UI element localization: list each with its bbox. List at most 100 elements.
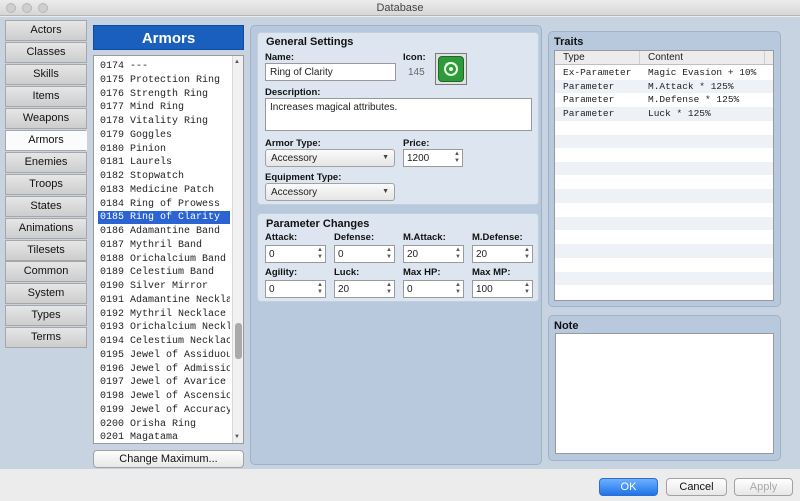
list-item[interactable]: 0199 Jewel of Accuracy — [98, 404, 230, 417]
name-field[interactable]: Ring of Clarity — [265, 63, 396, 81]
table-row[interactable] — [555, 148, 773, 162]
close-window-button[interactable] — [6, 3, 16, 13]
column-header-type[interactable]: Type — [555, 51, 640, 65]
cancel-button[interactable]: Cancel — [666, 478, 727, 496]
stepper-arrows-icon[interactable]: ▲ ▼ — [386, 282, 392, 296]
category-tab-enemies[interactable]: Enemies — [5, 151, 87, 173]
param-stepper[interactable]: 20 ▲ ▼ — [403, 245, 464, 263]
table-row[interactable]: Ex-Parameter Magic Evasion + 10% — [555, 66, 773, 80]
list-item[interactable]: 0180 Pinion — [98, 143, 230, 156]
list-item[interactable]: 0194 Celestium Necklace — [98, 335, 230, 348]
param-stepper[interactable]: 20 ▲ ▼ — [334, 280, 395, 298]
table-row[interactable] — [555, 244, 773, 258]
ok-button[interactable]: OK — [599, 478, 658, 496]
list-item[interactable]: 0191 Adamantine Necklace — [98, 294, 230, 307]
list-item[interactable]: 0201 Magatama — [98, 431, 230, 443]
armor-type-value: Accessory — [271, 153, 318, 164]
category-tab-animations[interactable]: Animations — [5, 217, 87, 239]
table-row[interactable] — [555, 271, 773, 285]
armor-type-select[interactable]: Accessory ▼ — [265, 149, 395, 167]
list-item[interactable]: 0177 Mind Ring — [98, 101, 230, 114]
stepper-arrows-icon[interactable]: ▲ ▼ — [455, 282, 461, 296]
table-row[interactable] — [555, 216, 773, 231]
scroll-up-icon[interactable]: ▲ — [234, 58, 240, 66]
category-tab-actors[interactable]: Actors — [5, 20, 87, 41]
table-row[interactable]: Parameter M.Attack * 125% — [555, 79, 773, 94]
category-tab-common-events[interactable]: Common Events — [5, 261, 87, 296]
list-item[interactable]: 0195 Jewel of Assiduous — [98, 349, 230, 362]
list-item[interactable]: 0183 Medicine Patch — [98, 184, 230, 197]
equip-type-select[interactable]: Accessory ▼ — [265, 183, 395, 201]
list-item[interactable]: 0178 Vitality Ring — [98, 115, 230, 128]
list-item[interactable]: 0186 Adamantine Band — [98, 225, 230, 238]
description-field[interactable]: Increases magical attributes. — [265, 98, 532, 131]
param-stepper[interactable]: 0 ▲ ▼ — [265, 280, 326, 298]
table-row[interactable]: Parameter M.Defense * 125% — [555, 93, 773, 107]
stepper-arrows-icon[interactable]: ▲ ▼ — [524, 247, 530, 261]
icon-picker[interactable] — [435, 53, 467, 85]
param-stepper[interactable]: 20 ▲ ▼ — [472, 245, 533, 263]
param-stepper[interactable]: 0 ▲ ▼ — [403, 280, 464, 298]
table-row[interactable] — [555, 161, 773, 176]
list-item[interactable]: 0185 Ring of Clarity — [98, 211, 230, 225]
list-item[interactable]: 0193 Orichalcium Necklace — [98, 321, 230, 334]
list-item[interactable]: 0188 Orichalcium Band — [98, 253, 230, 266]
table-row[interactable] — [555, 134, 773, 148]
price-stepper[interactable]: 1200 ▲ ▼ — [403, 149, 463, 167]
stepper-arrows-icon[interactable]: ▲ ▼ — [386, 247, 392, 261]
param-stepper[interactable]: 0 ▲ ▼ — [334, 245, 395, 263]
list-item[interactable]: 0197 Jewel of Avarice — [98, 376, 230, 389]
list-item[interactable]: 0192 Mythril Necklace — [98, 308, 230, 321]
change-maximum-button[interactable]: Change Maximum... — [93, 450, 244, 468]
stepper-arrows-icon[interactable]: ▲ ▼ — [317, 282, 323, 296]
category-tab-skills[interactable]: Skills — [5, 63, 87, 85]
category-tab-troops[interactable]: Troops — [5, 173, 87, 195]
table-row[interactable] — [555, 203, 773, 217]
category-tab-weapons[interactable]: Weapons — [5, 107, 87, 129]
category-tab-terms[interactable]: Terms — [5, 327, 87, 349]
traits-table[interactable]: Type Content Ex-Parameter Magic Evasion +… — [554, 50, 774, 301]
stepper-arrows-icon[interactable]: ▲ ▼ — [455, 247, 461, 261]
stepper-arrows-icon[interactable]: ▲ ▼ — [317, 247, 323, 261]
column-header-content[interactable]: Content — [640, 51, 765, 65]
table-row[interactable]: Parameter Luck * 125% — [555, 107, 773, 121]
list-item[interactable]: 0189 Celestium Band — [98, 266, 230, 279]
list-item[interactable]: 0200 Orisha Ring — [98, 418, 230, 431]
category-tab-tilesets[interactable]: Tilesets — [5, 239, 87, 261]
table-row[interactable] — [555, 189, 773, 203]
list-item[interactable]: 0181 Laurels — [98, 156, 230, 169]
category-tab-classes[interactable]: Classes — [5, 41, 87, 63]
list-item[interactable]: 0174 --- — [98, 60, 230, 73]
stepper-arrows-icon[interactable]: ▲ ▼ — [454, 151, 460, 165]
list-item[interactable]: 0184 Ring of Prowess — [98, 198, 230, 211]
table-row[interactable] — [555, 258, 773, 272]
list-item[interactable]: 0196 Jewel of Admission — [98, 363, 230, 376]
armor-list-scrollbar[interactable]: ▲ ▼ — [232, 56, 243, 443]
category-tab-types[interactable]: Types — [5, 305, 87, 327]
list-item[interactable]: 0182 Stopwatch — [98, 170, 230, 183]
armor-list[interactable]: ▲ ▼ 0174 --- 0175 Protection Ring 0176 Str… — [93, 55, 244, 444]
apply-button[interactable]: Apply — [734, 478, 793, 496]
stepper-arrows-icon[interactable]: ▲ ▼ — [524, 282, 530, 296]
category-tab-armors[interactable]: Armors — [5, 129, 87, 151]
category-tab-items[interactable]: Items — [5, 85, 87, 107]
category-tab-system[interactable]: System — [5, 283, 87, 305]
list-item[interactable]: 0176 Strength Ring — [98, 88, 230, 101]
list-item[interactable]: 0175 Protection Ring — [98, 74, 230, 87]
table-row[interactable] — [555, 176, 773, 190]
table-row[interactable] — [555, 121, 773, 135]
list-item[interactable]: 0190 Silver Mirror — [98, 280, 230, 293]
list-item[interactable]: 0179 Goggles — [98, 129, 230, 142]
category-tab-states[interactable]: States — [5, 195, 87, 217]
list-item[interactable]: 0187 Mythril Band — [98, 239, 230, 252]
scrollbar-thumb[interactable] — [235, 323, 242, 359]
list-item[interactable]: 0198 Jewel of Ascension — [98, 390, 230, 403]
param-stepper[interactable]: 0 ▲ ▼ — [265, 245, 326, 263]
param-stepper[interactable]: 100 ▲ ▼ — [472, 280, 533, 298]
zoom-window-button[interactable] — [38, 3, 48, 13]
minimize-window-button[interactable] — [22, 3, 32, 13]
scroll-down-icon[interactable]: ▼ — [234, 433, 240, 441]
table-row[interactable] — [555, 285, 773, 299]
note-field[interactable] — [555, 333, 774, 454]
table-row[interactable] — [555, 230, 773, 244]
